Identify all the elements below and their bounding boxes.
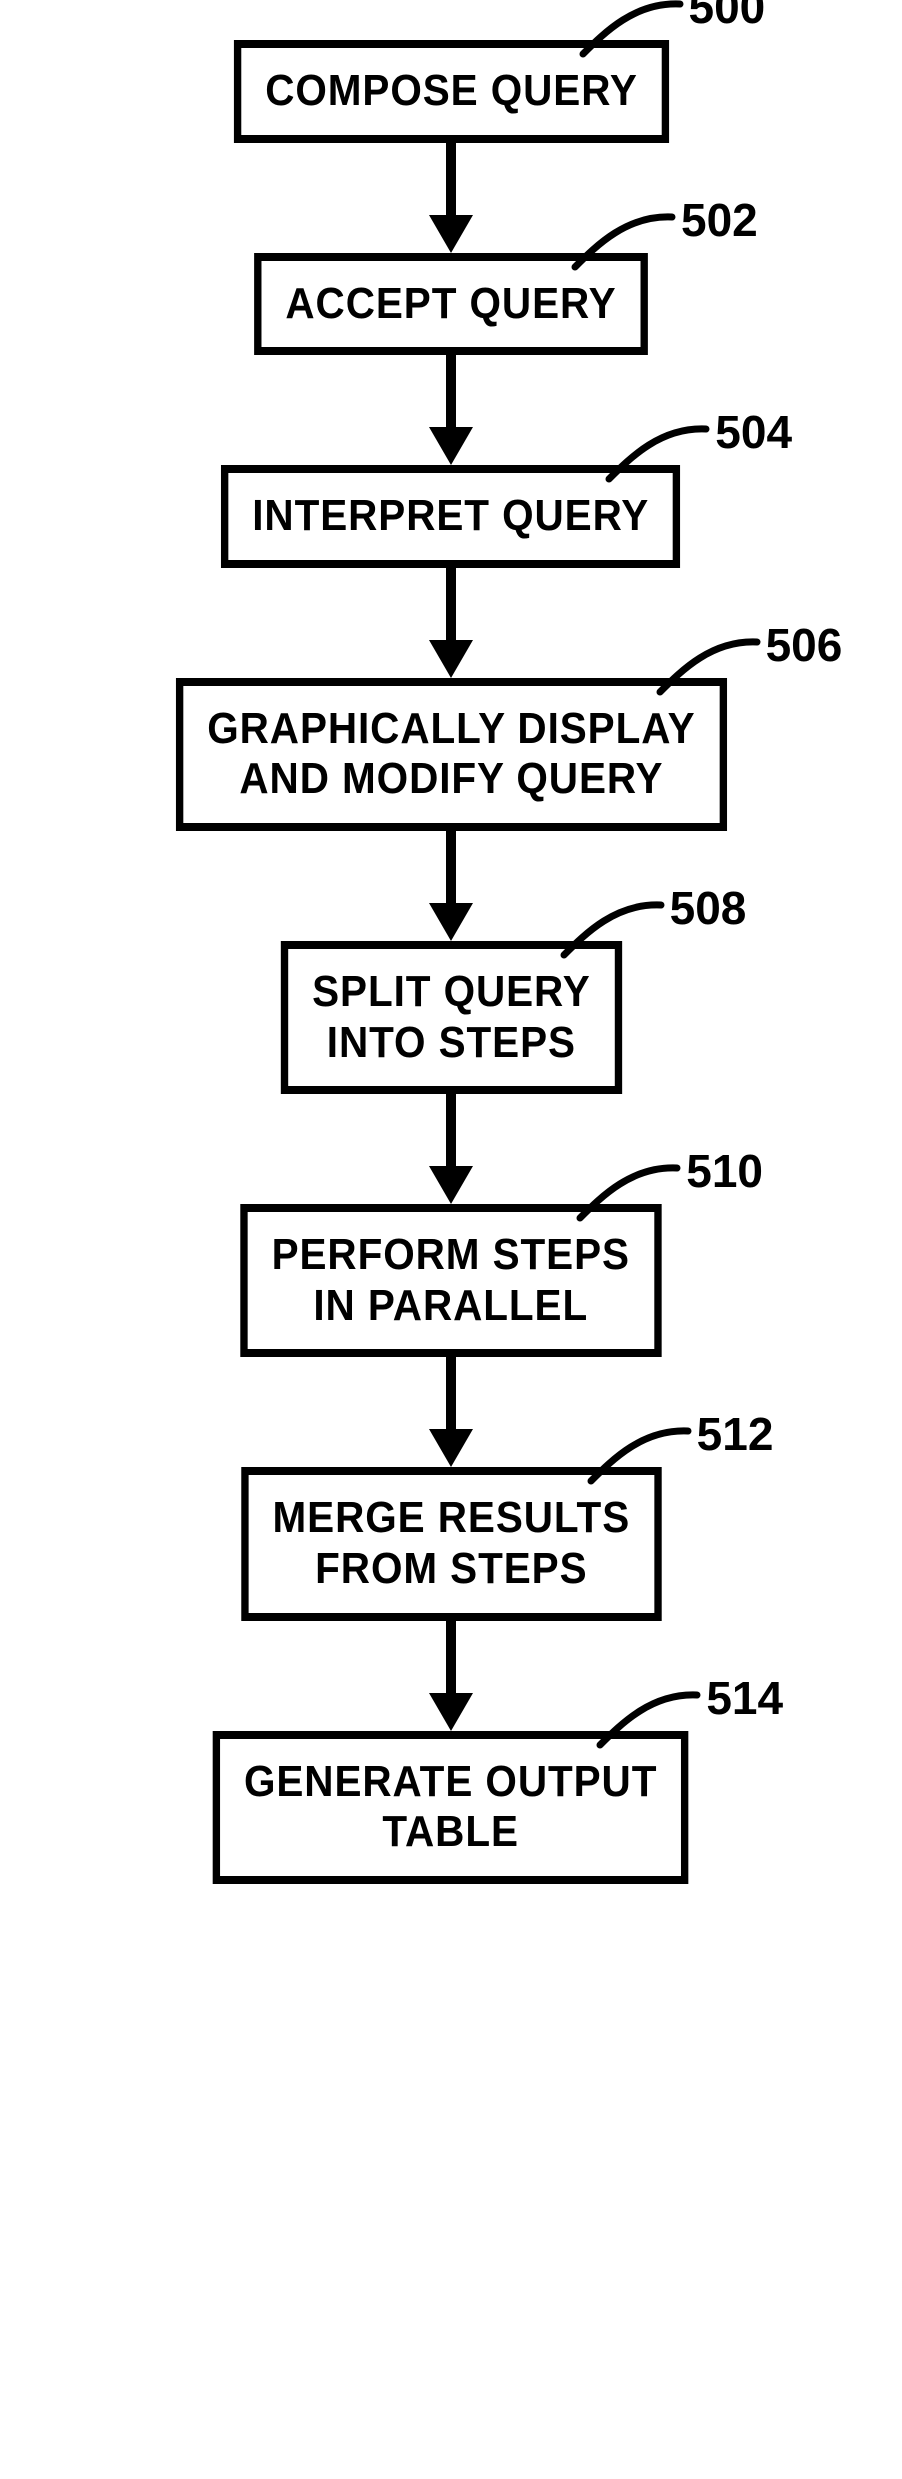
arrow-down-icon <box>411 831 491 941</box>
reference-number: 514 <box>706 1671 783 1725</box>
process-box: PERFORM STEPSIN PARALLEL <box>241 1204 662 1357</box>
connector <box>411 1357 491 1467</box>
arrow-down-icon <box>411 1621 491 1731</box>
flow-step: SPLIT QUERYINTO STEPS 508 <box>266 941 637 1094</box>
connector <box>411 355 491 465</box>
reference-number: 504 <box>715 405 792 459</box>
arrow-down-icon <box>411 1094 491 1204</box>
reference-number: 500 <box>689 0 766 34</box>
flow-step: INTERPRET QUERY 504 <box>201 465 700 568</box>
reference-number: 512 <box>697 1407 774 1461</box>
connector <box>411 1621 491 1731</box>
connector <box>411 568 491 678</box>
flow-step: COMPOSE QUERY 500 <box>215 40 688 143</box>
process-box: GRAPHICALLY DISPLAYAND MODIFY QUERY <box>176 678 727 831</box>
connector <box>411 831 491 941</box>
process-box: GENERATE OUTPUTTABLE <box>213 1731 689 1884</box>
reference-callout: 504 <box>601 417 792 487</box>
flow-step: GRAPHICALLY DISPLAYAND MODIFY QUERY 506 <box>152 678 751 831</box>
flow-step: GENERATE OUTPUTTABLE 514 <box>192 1731 709 1884</box>
reference-number: 508 <box>670 881 747 935</box>
reference-number: 502 <box>681 193 758 247</box>
process-box: SPLIT QUERYINTO STEPS <box>280 941 621 1094</box>
reference-callout: 508 <box>556 893 747 963</box>
reference-number: 510 <box>686 1144 763 1198</box>
reference-callout: 512 <box>583 1419 774 1489</box>
reference-callout: 514 <box>592 1683 783 1753</box>
process-box: MERGE RESULTSFROM STEPS <box>241 1467 661 1620</box>
flow-step: MERGE RESULTSFROM STEPS 512 <box>223 1467 680 1620</box>
reference-callout: 510 <box>572 1156 763 1226</box>
arrow-down-icon <box>411 1357 491 1467</box>
connector <box>411 1094 491 1204</box>
connector <box>411 143 491 253</box>
flow-step: PERFORM STEPSIN PARALLEL 510 <box>222 1204 680 1357</box>
arrow-down-icon <box>411 143 491 253</box>
flow-step: ACCEPT QUERY 502 <box>237 253 665 356</box>
arrow-down-icon <box>411 355 491 465</box>
arrow-down-icon <box>411 568 491 678</box>
flowchart-container: COMPOSE QUERY 500 ACCEPT QUERY 502 INTER… <box>21 40 881 1884</box>
reference-callout: 500 <box>575 0 766 62</box>
reference-callout: 506 <box>652 630 843 700</box>
reference-number: 506 <box>766 618 843 672</box>
reference-callout: 502 <box>567 205 758 275</box>
